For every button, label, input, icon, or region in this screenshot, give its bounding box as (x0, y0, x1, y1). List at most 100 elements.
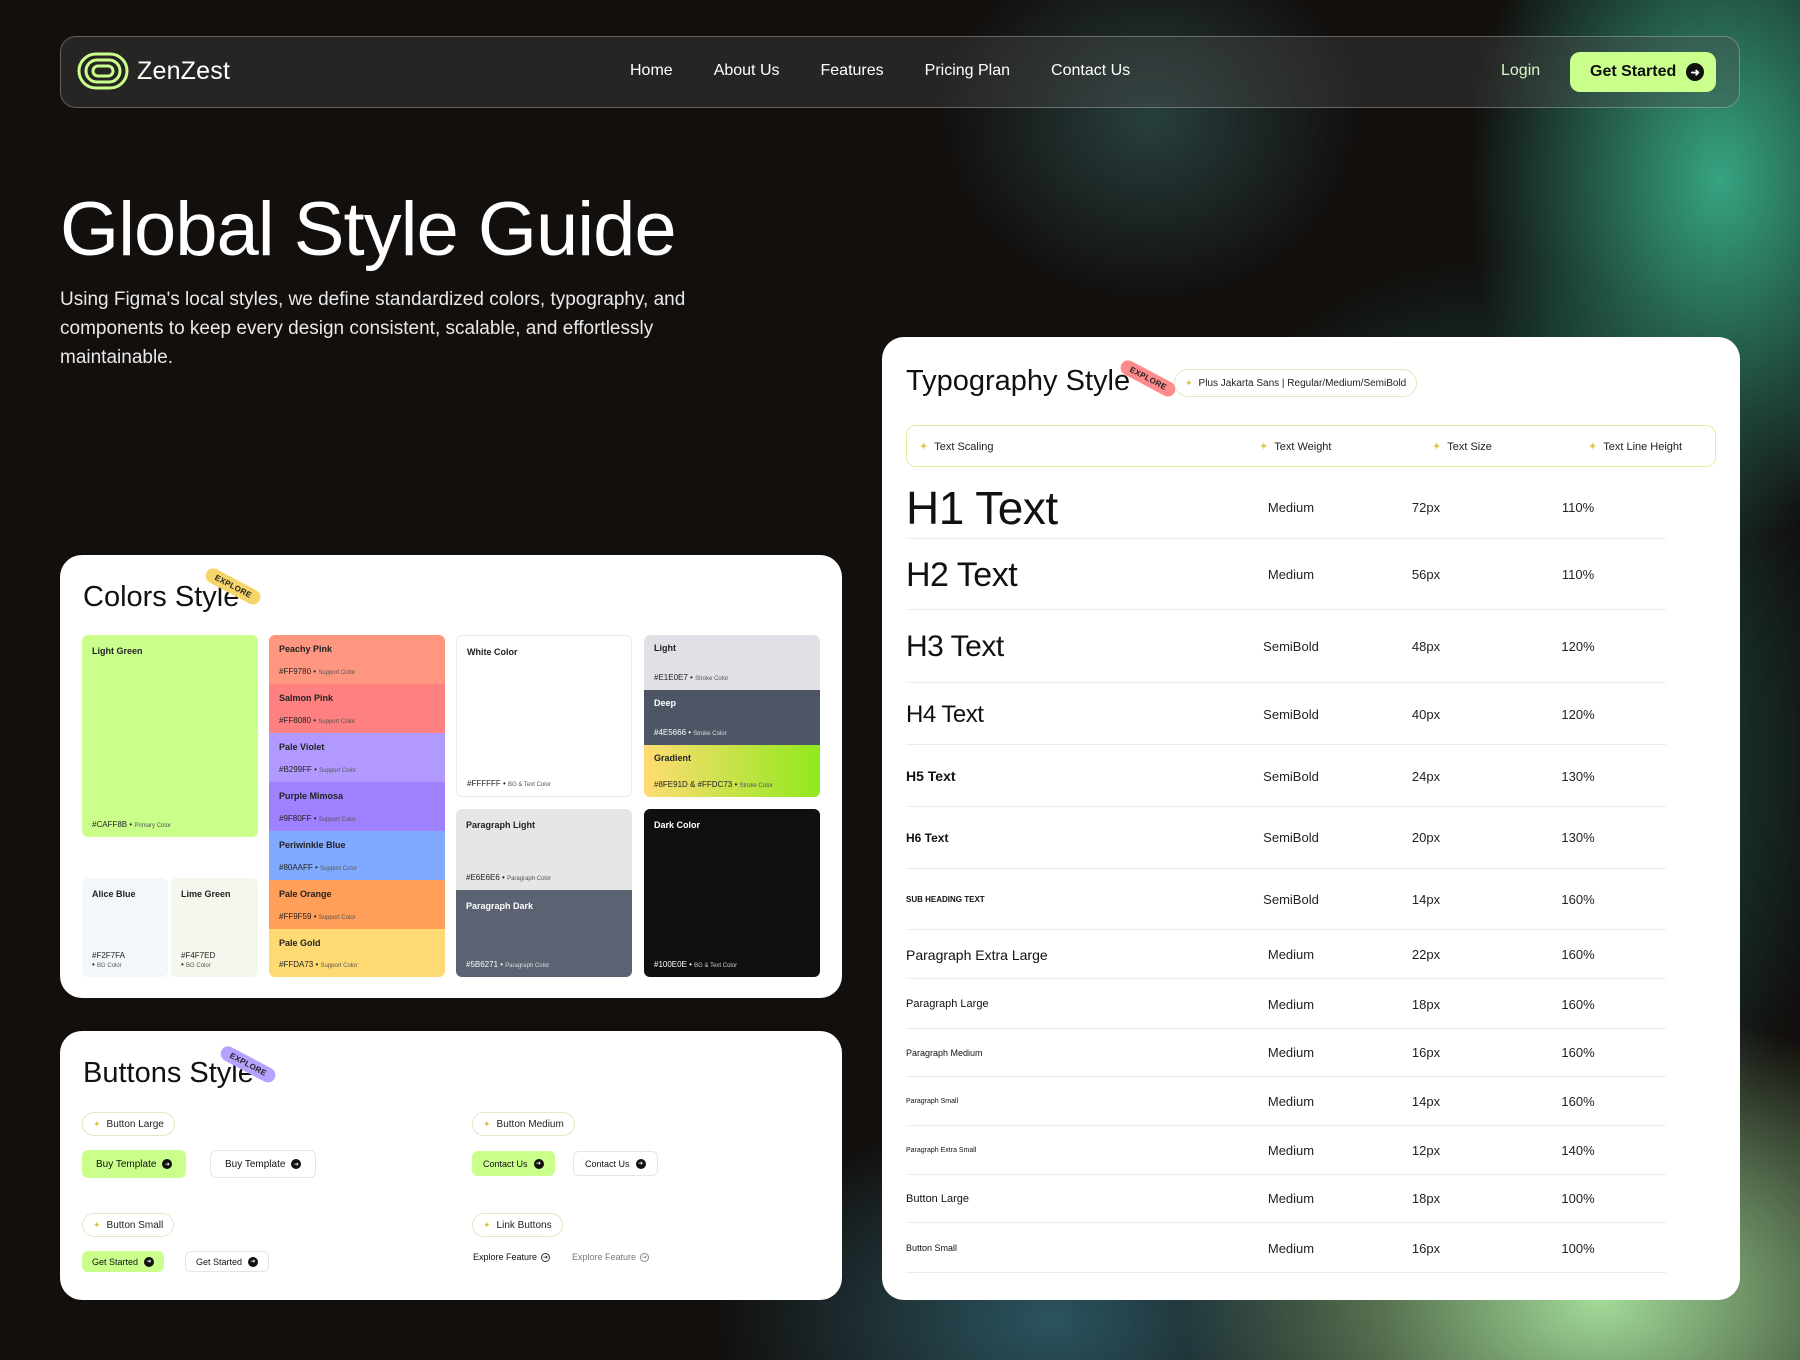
buy-template-secondary-button[interactable]: Buy Template ➜ (210, 1150, 317, 1178)
swatch-hex: #100E0E (654, 960, 687, 969)
nav-link-features[interactable]: Features (821, 62, 884, 80)
typography-row: H3 Text SemiBold 48px 120% (906, 611, 1666, 683)
get-started-button[interactable]: Get Started ➜ (1570, 52, 1717, 92)
swatch-white: White Color #FFFFFF • BG & Text Color (456, 635, 632, 797)
get-started-primary-button[interactable]: Get Started ➜ (82, 1251, 165, 1272)
typography-row: H5 Text SemiBold 24px 130% (906, 746, 1666, 807)
swatch-name: Gradient (654, 753, 692, 763)
nav-link-about-us[interactable]: About Us (714, 62, 780, 80)
swatch-hex: #FF9780 (279, 667, 312, 676)
swatch-name: Pale Violet (279, 742, 325, 752)
text-weight-value: Medium (1267, 500, 1315, 515)
swatch-name: Pale Gold (279, 938, 321, 948)
swatch-light-green: Light Green #CAFF8B • Primary Color (82, 635, 258, 837)
sample-text: Paragraph Large (906, 998, 989, 1010)
nav-link-pricing-plan[interactable]: Pricing Plan (925, 62, 1010, 80)
typography-style-card: Typography Style EXPLORE ✦ Plus Jakarta S… (882, 337, 1740, 1300)
line-height-value: 160% (1561, 1045, 1595, 1060)
sample-text: Paragraph Extra Large (906, 947, 1048, 963)
brand-name: ZenZest (137, 56, 231, 85)
explore-feature-link-muted[interactable]: Explore Feature ➜ (572, 1252, 650, 1262)
swatch-name: Alice Blue (92, 889, 136, 899)
text-weight-value: SemiBold (1263, 892, 1319, 907)
swatch-paragraph-dark: Paragraph Dark #5B6271 • Paragraph Color (456, 890, 632, 977)
typography-row: Paragraph Medium Medium 16px 160% (906, 1029, 1666, 1077)
swatch-role: Stroke Color (695, 676, 729, 682)
contact-us-primary-button[interactable]: Contact Us ➜ (472, 1151, 555, 1176)
swatch-hex: #FFDA73 (279, 960, 314, 969)
swatch-role: Primary Color (134, 823, 172, 829)
typography-row: Button Large Medium 18px 100% (906, 1175, 1666, 1223)
text-size-value: 24px (1411, 769, 1441, 784)
line-height-value: 100% (1561, 1191, 1595, 1206)
sample-text: H5 Text (906, 768, 956, 784)
text-size-value: 18px (1411, 997, 1441, 1012)
explore-feature-link[interactable]: Explore Feature ➜ (473, 1252, 551, 1262)
swatch-name: Peachy Pink (279, 644, 333, 654)
swatch-hex: #B299FF (279, 765, 312, 774)
sparkle-icon: ✦ (483, 1219, 491, 1230)
text-weight-value: Medium (1267, 947, 1315, 962)
swatch-lime-green: Lime Green #F4F7ED • BG Color (171, 878, 258, 977)
text-weight-value: Medium (1267, 567, 1315, 582)
swatch-name: Deep (654, 698, 677, 708)
typography-row: SUB HEADING TEXT SemiBold 14px 160% (906, 870, 1666, 930)
swatch-name: Light (654, 643, 676, 653)
typography-row: Paragraph Small Medium 14px 160% (906, 1078, 1666, 1126)
arrow-circle-icon: ➜ (640, 1252, 650, 1262)
swatch-alice-blue: Alice Blue #F2F7FA • BG Color (82, 878, 168, 977)
text-weight-value: SemiBold (1263, 707, 1319, 722)
swatch-role: Stroke Color (739, 783, 773, 789)
header-text-scaling: ✦ Text Scaling (919, 441, 994, 453)
text-weight-value: Medium (1267, 1143, 1315, 1158)
brand-logo[interactable]: ZenZest (77, 51, 230, 91)
line-height-value: 140% (1561, 1143, 1595, 1158)
line-height-value: 100% (1561, 1241, 1595, 1256)
swatch-hex: #80AAFF (279, 863, 313, 872)
buy-template-primary-button[interactable]: Buy Template ➜ (82, 1150, 187, 1178)
swatch-name: Salmon Pink (279, 693, 334, 703)
text-size-value: 18px (1411, 1191, 1441, 1206)
arrow-right-icon: ➜ (248, 1256, 259, 1267)
swatch-name: Light Green (92, 646, 143, 656)
sample-text: Paragraph Medium (906, 1048, 983, 1058)
sample-text: Button Large (906, 1193, 969, 1205)
swatch-role: Support Color (318, 915, 356, 921)
swatch-name: Purple Mimosa (279, 791, 344, 801)
swatch-role: Stroke Color (693, 731, 727, 737)
text-size-value: 16px (1411, 1241, 1441, 1256)
swatch-name: Dark Color (654, 820, 701, 830)
text-size-value: 40px (1411, 707, 1441, 722)
swatch-role: BG Color (186, 963, 211, 969)
text-size-value: 48px (1411, 639, 1441, 654)
sparkle-icon: ✦ (483, 1118, 491, 1129)
login-link[interactable]: Login (1501, 62, 1540, 80)
text-weight-value: SemiBold (1263, 830, 1319, 845)
typography-row: H2 Text Medium 56px 110% (906, 540, 1666, 610)
sample-text: H4 Text (906, 701, 984, 728)
arrow-right-icon: ➜ (291, 1159, 302, 1169)
nav-link-contact-us[interactable]: Contact Us (1051, 62, 1130, 80)
typography-row: Paragraph Extra Large Medium 22px 160% (906, 931, 1666, 979)
swatch-role: BG & Text Color (508, 782, 551, 788)
text-size-value: 12px (1411, 1143, 1441, 1158)
sparkle-icon: ✦ (93, 1219, 101, 1230)
nav-link-home[interactable]: Home (630, 62, 673, 80)
button-large-label: ✦ Button Large (82, 1112, 175, 1136)
get-started-secondary-button[interactable]: Get Started ➜ (185, 1251, 270, 1272)
text-weight-value: SemiBold (1263, 769, 1319, 784)
header-line-height: ✦ Text Line Height (1588, 441, 1683, 453)
contact-us-secondary-button[interactable]: Contact Us ➜ (573, 1151, 658, 1176)
swatch-paragraph-light: Paragraph Light #E6E6E6 • Paragraph Colo… (456, 809, 632, 890)
arrow-right-icon: ➜ (533, 1158, 544, 1169)
typography-row: H1 Text Medium 72px 110% (906, 477, 1666, 539)
swatch-light: Light #E1E0E7 • Stroke Color (644, 635, 820, 690)
swatch-pale-gold: Pale Gold #FFDA73 • Support Color (269, 929, 445, 977)
link-buttons-label: ✦ Link Buttons (472, 1213, 563, 1237)
swatch-hex: #E6E6E6 (466, 873, 500, 882)
swatch-role: Support Color (318, 719, 356, 725)
sparkle-icon: ✦ (919, 441, 929, 453)
swatch-dark: Dark Color #100E0E • BG & Text Color (644, 809, 820, 977)
text-size-value: 14px (1411, 892, 1441, 907)
line-height-value: 120% (1561, 707, 1595, 722)
